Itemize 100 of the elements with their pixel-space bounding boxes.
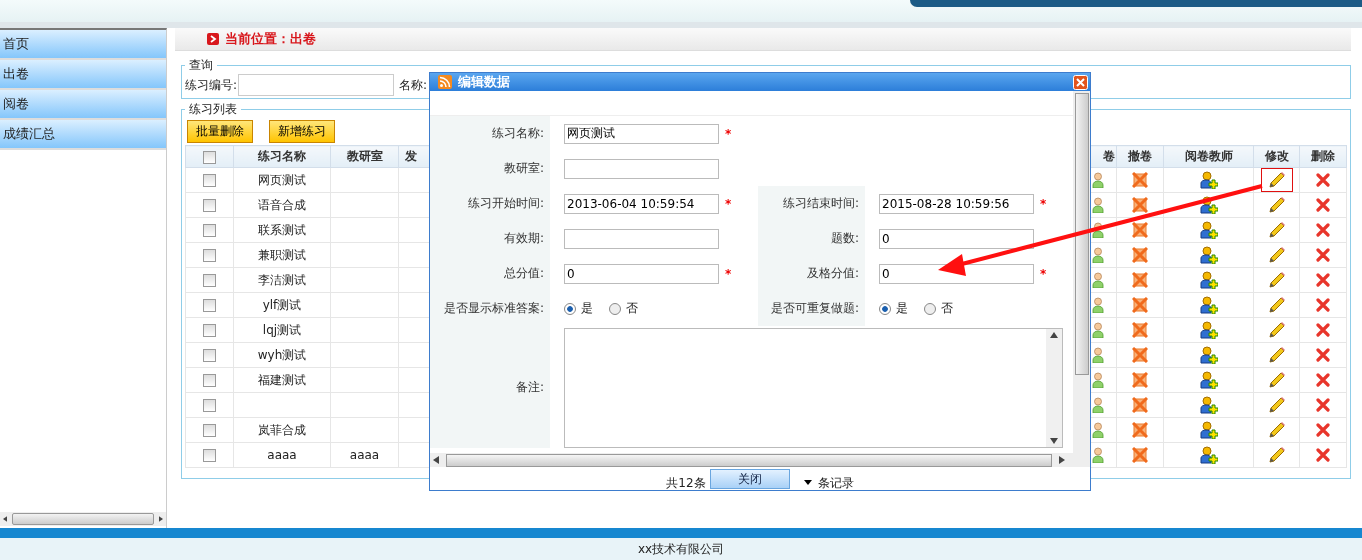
delete-icon[interactable] [1316, 323, 1330, 338]
pencil-icon[interactable] [1267, 246, 1286, 264]
scroll-left-icon[interactable] [433, 456, 439, 464]
delete-icon[interactable] [1316, 173, 1330, 188]
person-icon[interactable] [1091, 172, 1104, 188]
cancel-document-icon[interactable] [1132, 422, 1148, 438]
radio-button[interactable] [564, 302, 576, 315]
add-user-icon[interactable] [1199, 396, 1218, 414]
cancel-document-icon[interactable] [1132, 172, 1148, 188]
delete-icon[interactable] [1316, 348, 1330, 363]
scroll-right-icon[interactable] [1059, 456, 1065, 464]
cancel-document-icon[interactable] [1132, 222, 1148, 238]
input-field[interactable]: 2013-06-04 10:59:54 [564, 193, 719, 214]
add-user-icon[interactable] [1199, 446, 1218, 464]
cancel-document-icon[interactable] [1132, 297, 1148, 313]
action-button[interactable]: 新增练习 [269, 120, 335, 143]
pencil-icon[interactable] [1267, 396, 1286, 414]
radio-button[interactable] [924, 302, 936, 315]
caret-icon[interactable] [803, 480, 812, 485]
row-checkbox[interactable] [203, 249, 216, 262]
cancel-document-icon[interactable] [1132, 447, 1148, 463]
scroll-right-icon[interactable] [159, 515, 163, 523]
close-button[interactable]: 关闭 [709, 469, 790, 489]
add-user-icon[interactable] [1199, 296, 1218, 314]
person-icon[interactable] [1091, 347, 1104, 363]
delete-icon[interactable] [1316, 398, 1330, 413]
horizontal-scrollbar[interactable] [430, 453, 1090, 467]
add-user-icon[interactable] [1199, 371, 1218, 389]
pencil-icon[interactable] [1267, 171, 1286, 189]
add-user-icon[interactable] [1199, 171, 1218, 189]
cancel-document-icon[interactable] [1132, 322, 1148, 338]
delete-icon[interactable] [1316, 273, 1330, 288]
delete-icon[interactable] [1316, 223, 1330, 238]
delete-icon[interactable] [1316, 248, 1330, 263]
input-field[interactable]: 0 [879, 228, 1034, 249]
person-icon[interactable] [1091, 397, 1104, 413]
input-field[interactable] [238, 74, 395, 96]
sidebar-item[interactable]: 首页 [0, 30, 166, 60]
person-icon[interactable] [1091, 422, 1104, 438]
scroll-up-icon[interactable] [1050, 332, 1058, 338]
close-icon[interactable] [1073, 74, 1088, 90]
pencil-icon[interactable] [1267, 371, 1286, 389]
pencil-icon[interactable] [1267, 321, 1286, 339]
add-user-icon[interactable] [1199, 421, 1218, 439]
input-field[interactable]: 网页测试 [564, 123, 719, 144]
pencil-icon[interactable] [1267, 446, 1286, 464]
row-checkbox[interactable] [203, 349, 216, 362]
radio-button[interactable] [609, 302, 621, 315]
person-icon[interactable] [1091, 372, 1104, 388]
scroll-left-icon[interactable] [3, 515, 7, 523]
person-icon[interactable] [1091, 247, 1104, 263]
delete-icon[interactable] [1316, 298, 1330, 313]
person-icon[interactable] [1091, 197, 1104, 213]
person-icon[interactable] [1091, 222, 1104, 238]
cancel-document-icon[interactable] [1132, 397, 1148, 413]
row-checkbox[interactable] [203, 174, 216, 187]
action-button[interactable]: 批量删除 [187, 120, 253, 143]
add-user-icon[interactable] [1199, 246, 1218, 264]
pencil-icon[interactable] [1267, 421, 1286, 439]
scroll-down-icon[interactable] [1050, 438, 1058, 444]
add-user-icon[interactable] [1199, 321, 1218, 339]
add-user-icon[interactable] [1199, 271, 1218, 289]
person-icon[interactable] [1091, 447, 1104, 463]
person-icon[interactable] [1091, 322, 1104, 338]
radio-button[interactable] [879, 302, 891, 315]
horizontal-scrollbar[interactable] [0, 512, 166, 526]
input-field[interactable]: 0 [879, 263, 1034, 284]
input-field[interactable] [564, 228, 719, 249]
vertical-scrollbar[interactable] [1073, 91, 1090, 453]
row-checkbox[interactable] [203, 449, 216, 462]
sidebar-item[interactable]: 出卷 [0, 60, 166, 90]
delete-icon[interactable] [1316, 448, 1330, 463]
row-checkbox[interactable] [203, 274, 216, 287]
delete-icon[interactable] [1316, 198, 1330, 213]
row-checkbox[interactable] [203, 324, 216, 337]
sidebar-item[interactable]: 阅卷 [0, 90, 166, 120]
row-checkbox[interactable] [203, 399, 216, 412]
row-checkbox[interactable] [203, 299, 216, 312]
person-icon[interactable] [1091, 297, 1104, 313]
pencil-icon[interactable] [1267, 271, 1286, 289]
row-checkbox[interactable] [203, 199, 216, 212]
person-icon[interactable] [1091, 272, 1104, 288]
cancel-document-icon[interactable] [1132, 372, 1148, 388]
pencil-icon[interactable] [1267, 296, 1286, 314]
pencil-icon[interactable] [1267, 346, 1286, 364]
pencil-icon[interactable] [1267, 221, 1286, 239]
add-user-icon[interactable] [1199, 221, 1218, 239]
row-checkbox[interactable] [203, 224, 216, 237]
add-user-icon[interactable] [1199, 346, 1218, 364]
vertical-scrollbar[interactable] [1046, 329, 1062, 447]
cancel-document-icon[interactable] [1132, 197, 1148, 213]
delete-icon[interactable] [1316, 373, 1330, 388]
delete-icon[interactable] [1316, 423, 1330, 438]
cancel-document-icon[interactable] [1132, 272, 1148, 288]
add-user-icon[interactable] [1199, 196, 1218, 214]
pencil-icon[interactable] [1267, 196, 1286, 214]
sidebar-item[interactable]: 成绩汇总 [0, 120, 166, 150]
cancel-document-icon[interactable] [1132, 347, 1148, 363]
input-field[interactable] [564, 158, 719, 179]
input-field[interactable]: 2015-08-28 10:59:56 [879, 193, 1034, 214]
